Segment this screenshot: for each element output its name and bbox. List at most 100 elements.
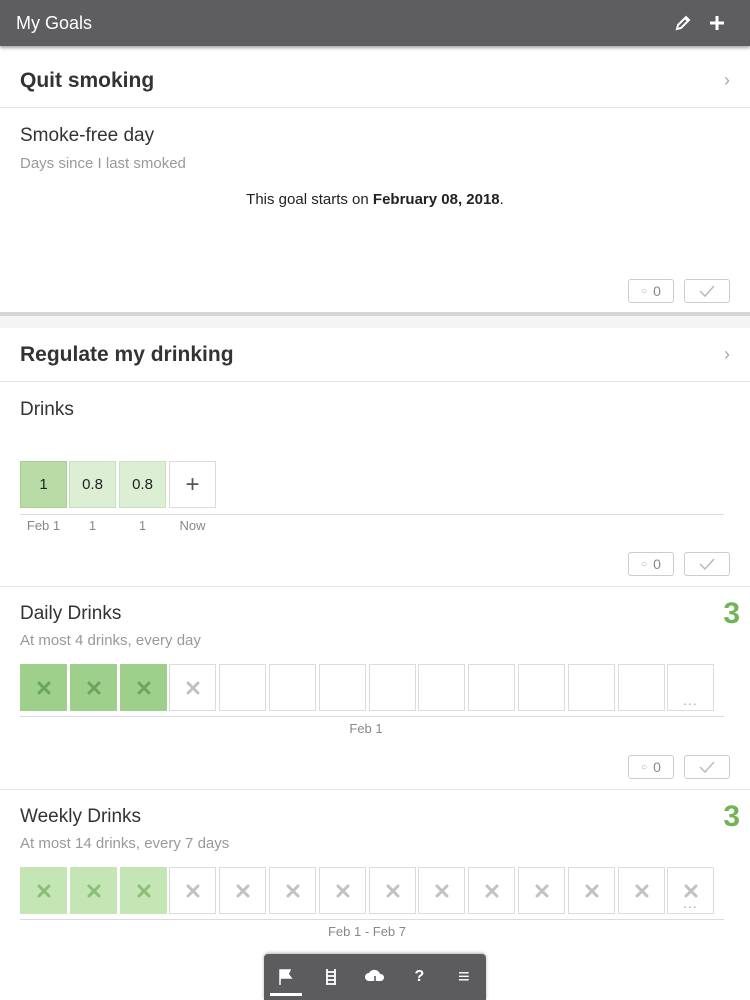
streak-cell-success[interactable] xyxy=(70,867,117,914)
tag-count: 0 xyxy=(653,759,661,775)
tag-icon: ○ xyxy=(641,285,648,297)
tag-icon: ○ xyxy=(641,761,648,773)
streak-cell-pending[interactable] xyxy=(269,867,316,914)
page-title: My Goals xyxy=(16,12,93,33)
card-header-regulate-drinking[interactable]: Regulate my drinking › xyxy=(0,328,750,382)
drink-value-cell[interactable]: 0.8 xyxy=(69,461,116,508)
card-title: Regulate my drinking xyxy=(20,342,234,366)
nav-goals[interactable] xyxy=(264,954,308,1000)
chevron-right-icon: › xyxy=(724,70,730,90)
nav-cloud[interactable] xyxy=(353,954,397,1000)
streak-cell-today[interactable] xyxy=(169,664,216,711)
x-icon xyxy=(535,884,548,897)
plus-icon xyxy=(710,16,724,30)
x-icon xyxy=(336,884,349,897)
more-cell[interactable]: ... xyxy=(667,664,714,711)
streak-cell-pending[interactable] xyxy=(319,867,366,914)
start-date: February 08, 2018 xyxy=(372,191,500,208)
streak-label: Feb 1 - Feb 7 xyxy=(327,924,407,939)
x-icon xyxy=(186,681,199,694)
checkmark-icon xyxy=(699,285,715,298)
streak-cell-pending[interactable] xyxy=(169,867,216,914)
tag-button[interactable]: ○ 0 xyxy=(628,279,674,303)
streak-cell-success[interactable] xyxy=(120,867,167,914)
menu-icon: ≡ xyxy=(457,965,470,988)
goal-name: Daily Drinks xyxy=(20,603,122,624)
divider xyxy=(0,789,750,790)
streak-cell-empty[interactable] xyxy=(468,664,515,711)
streak-cell-success[interactable] xyxy=(120,664,167,711)
card-header-quit-smoking[interactable]: Quit smoking › xyxy=(0,54,750,108)
streak-cell-empty[interactable] xyxy=(319,664,366,711)
streak-cell-pending[interactable] xyxy=(568,867,615,914)
timeline-label: Feb 1 xyxy=(26,518,61,533)
drink-value-cell[interactable]: 0.8 xyxy=(119,461,166,508)
x-icon xyxy=(236,884,249,897)
success-count: 3 xyxy=(723,597,740,630)
ladder-icon xyxy=(325,969,336,985)
goal-subtitle: At most 14 drinks, every 7 days xyxy=(20,835,230,852)
streak-cell-pending[interactable] xyxy=(518,867,565,914)
card-title: Quit smoking xyxy=(20,68,155,92)
x-icon xyxy=(87,884,100,897)
streak-cell-empty[interactable] xyxy=(418,664,465,711)
tag-button[interactable]: ○ 0 xyxy=(628,755,674,779)
x-icon xyxy=(186,884,199,897)
edit-button[interactable] xyxy=(666,6,700,40)
add-drink-button[interactable]: + xyxy=(169,461,216,508)
streak-cell-success[interactable] xyxy=(20,664,67,711)
x-icon xyxy=(386,884,399,897)
checkmark-icon xyxy=(699,558,715,571)
streak-cell-empty[interactable] xyxy=(269,664,316,711)
more-dots: ... xyxy=(683,895,698,911)
tag-button[interactable]: ○ 0 xyxy=(628,552,674,576)
streak-cell-success[interactable] xyxy=(70,664,117,711)
drink-value-cell[interactable]: 1 xyxy=(20,461,67,508)
start-prefix: This goal starts on xyxy=(246,191,373,208)
more-cell[interactable]: ... xyxy=(667,867,714,914)
nav-help[interactable]: ? xyxy=(397,954,441,1000)
help-icon: ? xyxy=(414,968,425,985)
timeline-label: 1 xyxy=(88,518,97,533)
x-icon xyxy=(137,884,150,897)
streak-cell-empty[interactable] xyxy=(618,664,665,711)
x-icon xyxy=(585,884,598,897)
goal-start-text: This goal starts on February 08, 2018. xyxy=(0,191,750,208)
app-header: My Goals xyxy=(0,0,750,46)
goal-subtitle: Days since I last smoked xyxy=(20,155,186,172)
streak-baseline xyxy=(20,716,724,717)
more-dots: ... xyxy=(683,692,698,708)
streak-cell-empty[interactable] xyxy=(568,664,615,711)
cloud-icon xyxy=(365,969,385,986)
nav-ladder[interactable] xyxy=(308,954,352,1000)
x-icon xyxy=(137,681,150,694)
nav-menu[interactable]: ≡ xyxy=(442,954,486,1000)
checkmark-icon xyxy=(699,761,715,774)
chevron-right-icon: › xyxy=(724,344,730,364)
streak-cell-pending[interactable] xyxy=(468,867,515,914)
tag-icon: ○ xyxy=(641,558,648,570)
streak-cell-empty[interactable] xyxy=(369,664,416,711)
streak-cell-success[interactable] xyxy=(20,867,67,914)
x-icon xyxy=(485,884,498,897)
timeline-baseline xyxy=(20,514,724,515)
check-button[interactable] xyxy=(684,279,730,303)
check-button[interactable] xyxy=(684,755,730,779)
x-icon xyxy=(286,884,299,897)
streak-baseline xyxy=(20,919,724,920)
streak-cell-pending[interactable] xyxy=(369,867,416,914)
add-goal-button[interactable] xyxy=(700,6,734,40)
x-icon xyxy=(635,884,648,897)
timeline-label: 1 xyxy=(138,518,147,533)
goal-name: Drinks xyxy=(20,399,74,420)
x-icon xyxy=(37,884,50,897)
check-button[interactable] xyxy=(684,552,730,576)
streak-cell-empty[interactable] xyxy=(219,664,266,711)
streak-cell-empty[interactable] xyxy=(518,664,565,711)
streak-cell-pending[interactable] xyxy=(219,867,266,914)
streak-cell-pending[interactable] xyxy=(418,867,465,914)
streak-cell-pending[interactable] xyxy=(618,867,665,914)
flag-icon xyxy=(279,969,293,985)
x-icon xyxy=(435,884,448,897)
pencil-icon xyxy=(675,15,691,31)
